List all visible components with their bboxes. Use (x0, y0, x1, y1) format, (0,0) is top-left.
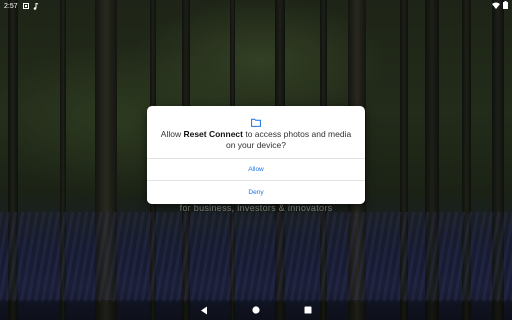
battery-icon (503, 1, 508, 11)
folder-icon (251, 114, 261, 127)
permission-dialog: Allow Reset Connect to access photos and… (147, 106, 365, 204)
status-bar: 2:57 (0, 0, 512, 12)
wifi-icon (492, 2, 500, 11)
deny-button[interactable]: Deny (147, 180, 365, 204)
back-icon[interactable] (198, 304, 210, 316)
sim-card-icon (22, 3, 29, 9)
home-icon[interactable] (250, 304, 262, 316)
recents-icon[interactable] (302, 304, 314, 316)
app-name: Reset Connect (183, 129, 243, 139)
status-time: 2:57 (4, 2, 18, 10)
background-tagline: for business, investors & innovators (179, 203, 333, 213)
music-note-icon (33, 2, 39, 10)
navigation-bar (0, 300, 512, 320)
allow-button[interactable]: Allow (147, 158, 365, 180)
permission-message: Allow Reset Connect to access photos and… (160, 129, 352, 150)
